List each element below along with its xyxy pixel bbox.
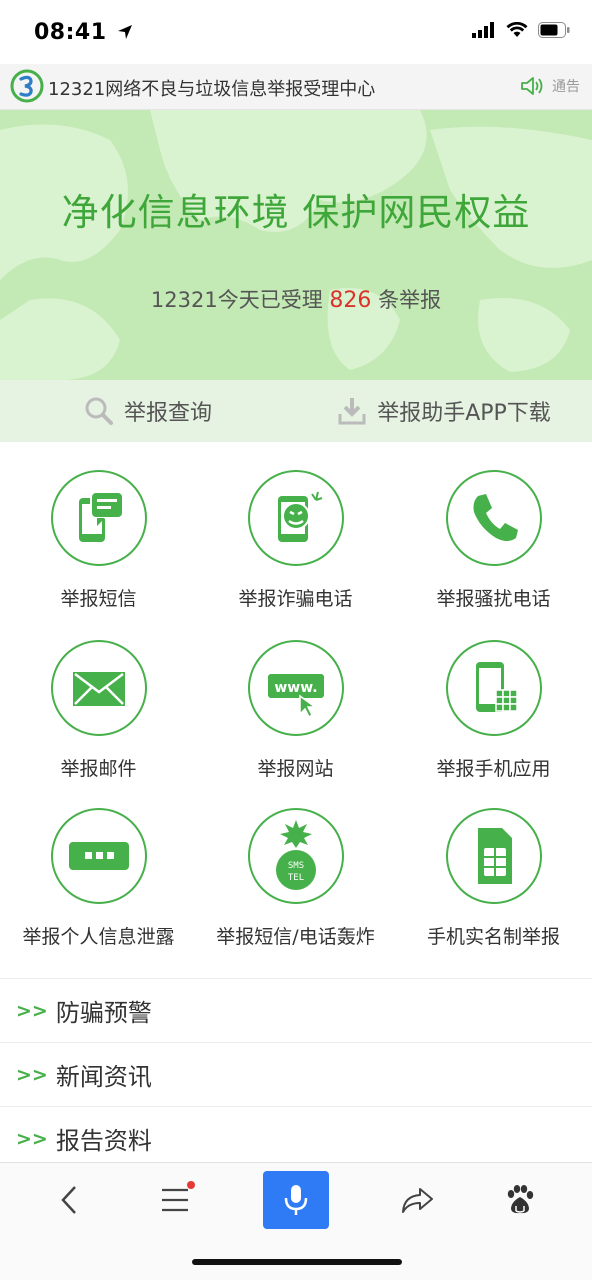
double-chevron-icon: >> (16, 999, 48, 1022)
grid-item-email[interactable]: 举报邮件 (0, 640, 197, 781)
link-label: 新闻资讯 (55, 1063, 152, 1091)
report-query-label: 举报查询 (123, 401, 212, 426)
svg-text:www.: www. (274, 680, 317, 696)
app-download-button[interactable]: 举报助手APP下载 (296, 380, 592, 442)
sms-phone-icon (78, 491, 124, 542)
grid-label: 举报短信 (60, 588, 137, 610)
voice-search-button[interactable] (263, 1171, 329, 1229)
double-chevron-icon: >> (16, 1063, 48, 1086)
icon-circle (445, 470, 542, 566)
grid-label: 举报个人信息泄露 (22, 926, 175, 948)
status-icons (472, 22, 570, 38)
double-chevron-icon: >> (16, 1127, 48, 1150)
share-button[interactable] (384, 1171, 450, 1229)
link-label: 防骗预警 (55, 999, 152, 1027)
grid-label: 举报邮件 (60, 758, 137, 780)
notice-button[interactable]: 通告 (520, 76, 580, 96)
baidu-paw-button[interactable] (486, 1171, 552, 1229)
grid-label: 手机实名制举报 (426, 926, 560, 948)
grid-item-harass-call[interactable]: 举报骚扰电话 (395, 470, 592, 611)
wifi-icon (506, 22, 528, 37)
back-button[interactable] (36, 1171, 102, 1229)
status-time: 08:41 (34, 20, 133, 45)
sms-tel-bomb-icon: SMS TEL (275, 820, 316, 890)
icon-circle (445, 640, 542, 736)
svg-text:TEL: TEL (287, 873, 303, 883)
search-icon (85, 397, 113, 425)
icon-circle: SMS TEL (247, 808, 344, 904)
mobile-app-icon (475, 662, 518, 712)
grid-item-bombing[interactable]: SMS TEL 举报短信/电话轰炸 (197, 808, 394, 949)
microphone-icon (284, 1185, 308, 1215)
report-query-button[interactable]: 举报查询 (0, 380, 296, 442)
hero-banner: 净化信息环境 保护网民权益 12321今天已受理 826 条举报 (0, 110, 592, 380)
icon-circle (50, 808, 147, 904)
download-icon (338, 398, 366, 425)
chevron-left-icon (61, 1186, 76, 1214)
link-label: 报告资料 (55, 1127, 152, 1155)
report-counter: 12321今天已受理 826 条举报 (0, 284, 592, 314)
icon-circle (445, 808, 542, 904)
link-news[interactable]: >> 新闻资讯 (0, 1043, 592, 1107)
location-arrow-icon (117, 25, 132, 39)
grid-item-fraud-call[interactable]: 举报诈骗电话 (197, 470, 394, 611)
12321-logo-icon[interactable] (10, 69, 44, 103)
grid-label: 举报骚扰电话 (436, 588, 551, 610)
grid-item-sms[interactable]: 举报短信 (0, 470, 197, 611)
grid-label: 举报短信/电话轰炸 (216, 926, 375, 948)
notice-label: 通告 (552, 79, 580, 95)
counter-value: 826 (329, 288, 372, 313)
cellular-signal-icon (472, 22, 494, 38)
notification-dot (187, 1181, 195, 1189)
paw-icon (507, 1185, 534, 1214)
grid-label: 举报手机应用 (436, 758, 551, 780)
icon-circle (247, 470, 344, 566)
menu-icon (162, 1188, 188, 1212)
envelope-icon (72, 672, 125, 706)
share-arrow-icon (402, 1188, 433, 1213)
status-bar: 08:41 (0, 0, 592, 64)
grid-label: 举报诈骗电话 (238, 588, 353, 610)
counter-suffix: 条举报 (378, 288, 442, 312)
counter-prefix: 12321今天已受理 (150, 288, 323, 312)
www-cursor-icon: www. (267, 674, 324, 719)
home-indicator (192, 1259, 402, 1265)
sim-card-icon (477, 828, 512, 884)
icon-circle (50, 640, 147, 736)
grid-item-website[interactable]: www. 举报网站 (197, 640, 394, 781)
grid-item-privacy-leak[interactable]: 举报个人信息泄露 (0, 808, 197, 949)
svg-text:SMS: SMS (287, 861, 303, 871)
grid-label: 举报网站 (257, 758, 334, 780)
battery-icon (538, 22, 570, 38)
action-bar: 举报查询 举报助手APP下载 (0, 380, 592, 442)
fraud-phone-icon (277, 491, 322, 542)
menu-button[interactable] (142, 1171, 208, 1229)
link-fraud-warning[interactable]: >> 防骗预警 (0, 979, 592, 1043)
chat-dots-icon (68, 842, 129, 870)
clock-text: 08:41 (34, 20, 107, 45)
world-map-background (0, 110, 592, 380)
news-links: >> 防骗预警 >> 新闻资讯 >> 报告资料 (0, 978, 592, 1171)
app-download-label: 举报助手APP下载 (377, 401, 551, 426)
grid-item-sim-realname[interactable]: 手机实名制举报 (395, 808, 592, 949)
site-header: 12321网络不良与垃圾信息举报受理中心 通告 (0, 64, 592, 110)
handset-icon (473, 494, 518, 541)
icon-circle: www. (247, 640, 344, 736)
banner-slogan: 净化信息环境 保护网民权益 (61, 191, 531, 234)
icon-circle (50, 470, 147, 566)
speaker-icon (521, 77, 543, 95)
grid-item-mobile-app[interactable]: 举报手机应用 (395, 640, 592, 781)
site-title: 12321网络不良与垃圾信息举报受理中心 (48, 79, 376, 100)
